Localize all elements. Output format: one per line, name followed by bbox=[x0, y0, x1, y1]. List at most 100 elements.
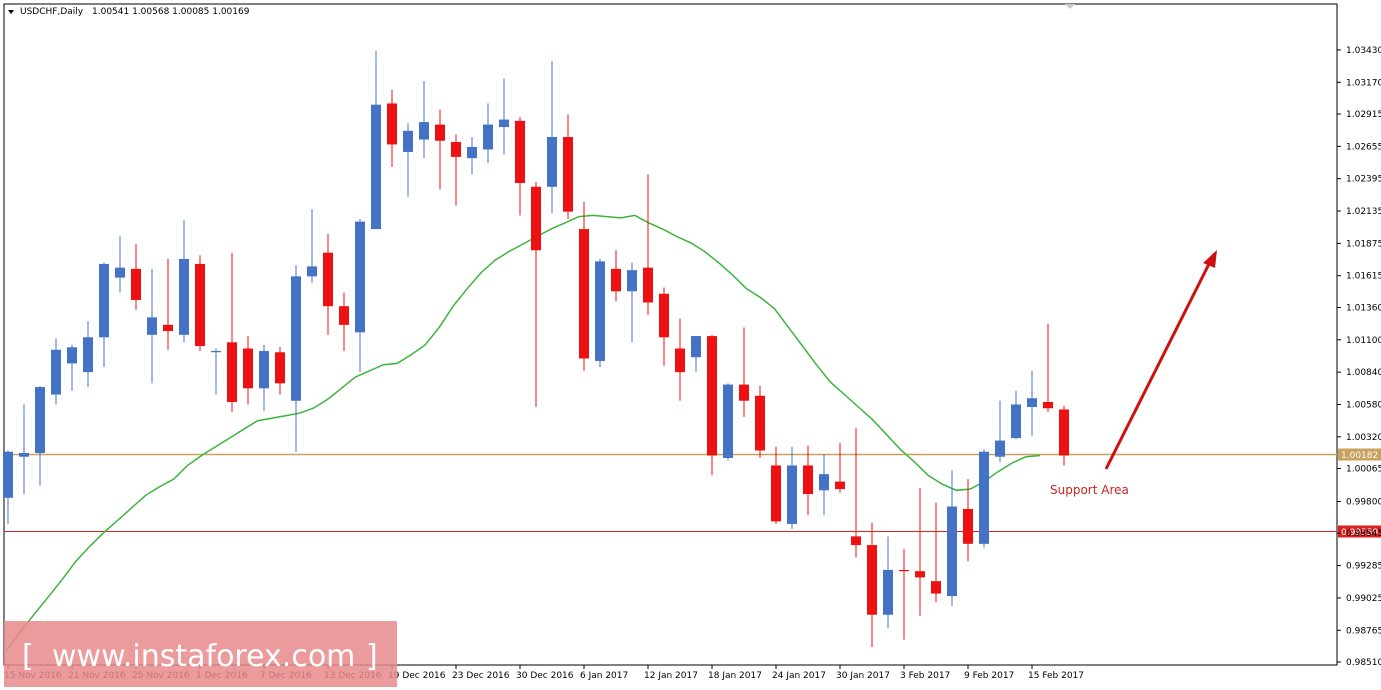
candle-body bbox=[19, 453, 29, 457]
candlestick-chart: USDCHF,Daily 1.00541 1.00568 1.00085 1.0… bbox=[0, 0, 1381, 690]
y-tick-label: 1.00065 bbox=[1346, 465, 1381, 475]
x-tick-label: 9 Feb 2017 bbox=[964, 671, 1014, 681]
y-tick-label: 1.02395 bbox=[1346, 175, 1381, 185]
candle-body bbox=[403, 130, 413, 152]
candle-body bbox=[899, 569, 909, 572]
y-tick-label: 1.03430 bbox=[1346, 46, 1381, 56]
candle-body bbox=[131, 268, 141, 300]
x-tick-label: 18 Jan 2017 bbox=[708, 671, 762, 681]
candle[interactable] bbox=[595, 258, 605, 368]
ohlc-values: 1.00541 1.00568 1.00085 1.00169 bbox=[92, 7, 250, 17]
candle-body bbox=[643, 267, 653, 303]
candle-body bbox=[739, 384, 749, 401]
candle-body bbox=[35, 387, 45, 453]
candle-body bbox=[451, 141, 461, 157]
candle-body bbox=[675, 348, 685, 373]
candle-body bbox=[627, 270, 637, 292]
candle-body bbox=[1011, 404, 1021, 439]
x-tick-label: 3 Feb 2017 bbox=[900, 671, 950, 681]
candle-body bbox=[979, 451, 989, 544]
candle-body bbox=[835, 481, 845, 490]
candle-body bbox=[3, 451, 13, 498]
candle-body bbox=[99, 263, 109, 338]
y-tick-label: 0.98510 bbox=[1346, 658, 1381, 668]
candle-body bbox=[227, 342, 237, 402]
candle-body bbox=[147, 317, 157, 335]
candle-body bbox=[723, 384, 733, 458]
candle-body bbox=[531, 186, 541, 251]
y-tick-label: 0.99025 bbox=[1346, 594, 1381, 604]
x-tick-label: 23 Dec 2016 bbox=[452, 671, 510, 681]
candle-body bbox=[323, 252, 333, 307]
candle-body bbox=[547, 137, 557, 187]
candle-body bbox=[931, 581, 941, 594]
candle-body bbox=[867, 545, 877, 615]
candle-body bbox=[83, 337, 93, 373]
y-tick-label: 1.01875 bbox=[1346, 239, 1381, 249]
watermark-bracket-left: [ bbox=[22, 639, 34, 674]
candle-body bbox=[483, 124, 493, 150]
y-tick-label: 1.00320 bbox=[1346, 433, 1381, 443]
candle-body bbox=[515, 120, 525, 184]
candle-body bbox=[355, 221, 365, 333]
y-tick-label: 1.01615 bbox=[1346, 272, 1381, 282]
candle-body bbox=[435, 124, 445, 141]
candle-body bbox=[691, 336, 701, 358]
candle-body bbox=[179, 258, 189, 335]
candle[interactable] bbox=[755, 385, 765, 458]
x-tick-label: 30 Dec 2016 bbox=[516, 671, 574, 681]
candle-body bbox=[787, 465, 797, 524]
candle-body bbox=[467, 146, 477, 159]
y-tick-label: 1.02915 bbox=[1346, 110, 1381, 120]
watermark-text: www.instaforex.com bbox=[52, 639, 355, 674]
candle-body bbox=[947, 506, 957, 597]
x-tick-label: 12 Jan 2017 bbox=[644, 671, 698, 681]
candle-body bbox=[803, 465, 813, 495]
y-tick-label: 1.01100 bbox=[1346, 336, 1381, 346]
candle-body bbox=[611, 268, 621, 292]
y-tick-label: 0.98765 bbox=[1346, 626, 1381, 636]
x-tick-label: 24 Jan 2017 bbox=[772, 671, 826, 681]
candle-body bbox=[291, 276, 301, 401]
candle[interactable] bbox=[723, 383, 733, 461]
candle-body bbox=[1043, 401, 1053, 409]
candle-body bbox=[275, 352, 285, 384]
x-tick-label: 6 Jan 2017 bbox=[580, 671, 628, 681]
candle-body bbox=[851, 536, 861, 546]
candle[interactable] bbox=[707, 334, 717, 476]
candle[interactable] bbox=[195, 255, 205, 351]
support-area-label: Support Area bbox=[1050, 483, 1129, 497]
y-tick-label: 1.03170 bbox=[1346, 78, 1381, 88]
y-tick-label: 1.01360 bbox=[1346, 303, 1381, 313]
x-tick-label: 15 Feb 2017 bbox=[1028, 671, 1084, 681]
candle-body bbox=[707, 336, 717, 456]
candle-body bbox=[387, 103, 397, 145]
candle-body bbox=[755, 395, 765, 451]
candle-body bbox=[419, 122, 429, 140]
candle-body bbox=[211, 350, 221, 353]
candle[interactable] bbox=[979, 449, 989, 548]
y-tick-label: 1.02135 bbox=[1346, 207, 1381, 217]
candle-body bbox=[115, 267, 125, 278]
candle-body bbox=[771, 465, 781, 522]
candle-body bbox=[371, 104, 381, 230]
candle-body bbox=[595, 261, 605, 361]
chart-window: USDCHF,Daily 1.00541 1.00568 1.00085 1.0… bbox=[0, 0, 1381, 690]
candle-body bbox=[659, 293, 669, 338]
candle-body bbox=[883, 569, 893, 615]
candle-body bbox=[243, 348, 253, 389]
symbol-label: USDCHF,Daily bbox=[20, 7, 84, 17]
y-tick-label: 1.00840 bbox=[1346, 368, 1381, 378]
candle-body bbox=[51, 349, 61, 395]
candle-body bbox=[195, 263, 205, 347]
candle-body bbox=[563, 137, 573, 212]
watermark-bracket-right: ] bbox=[366, 639, 378, 674]
candle-body bbox=[995, 440, 1005, 457]
y-tick-label: 1.00580 bbox=[1346, 400, 1381, 410]
candle-body bbox=[67, 347, 77, 364]
y-tick-label: 1.02655 bbox=[1346, 142, 1381, 152]
watermark: [ www.instaforex.com ] bbox=[4, 621, 397, 687]
y-tick-label: 0.99800 bbox=[1346, 498, 1381, 508]
candle-body bbox=[339, 306, 349, 325]
candle-body bbox=[307, 266, 317, 277]
